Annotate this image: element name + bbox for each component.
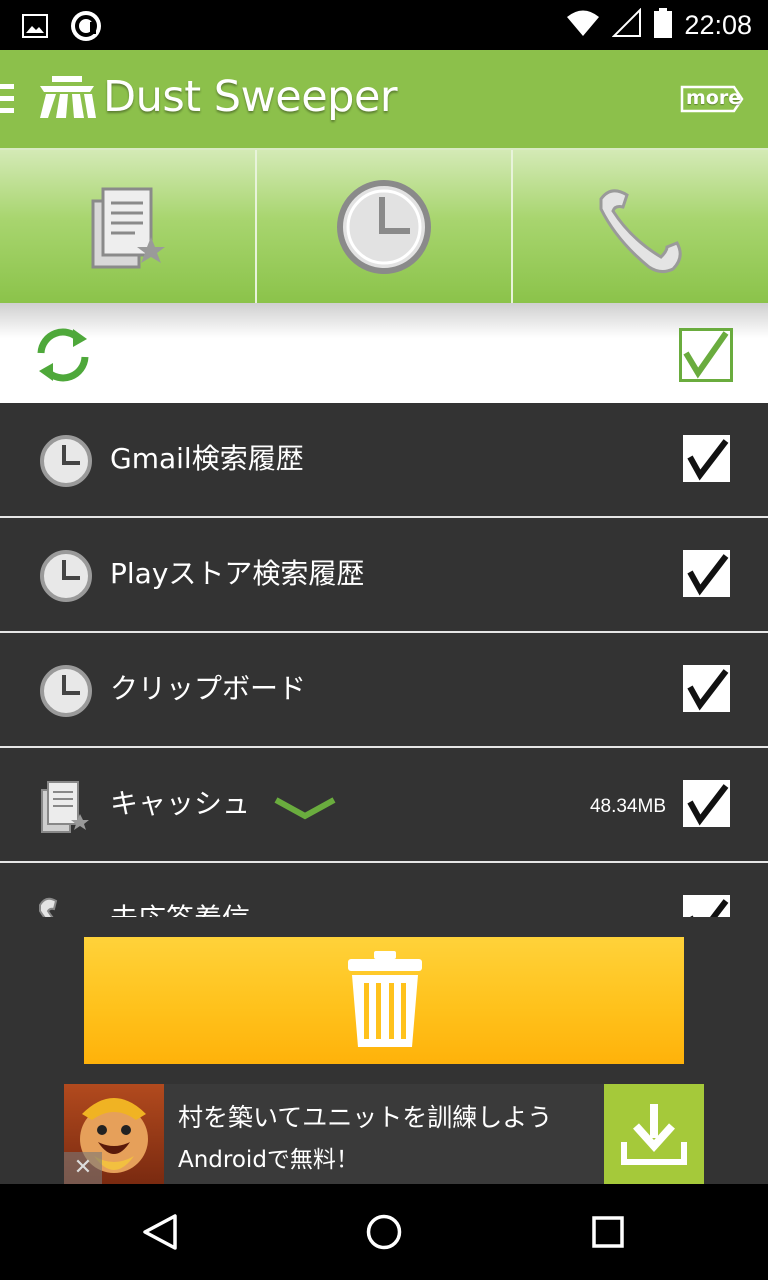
tab-calls[interactable] <box>513 150 768 303</box>
menu-icon[interactable] <box>0 84 14 114</box>
expand-chevron-icon[interactable] <box>272 784 338 828</box>
list-item-label: 未応答着信 <box>110 897 250 917</box>
item-checkbox[interactable] <box>683 435 730 482</box>
wifi-icon <box>566 9 600 41</box>
cache-size: 48.34MB <box>589 796 666 817</box>
item-checkbox[interactable] <box>683 550 730 597</box>
list-item[interactable]: キャッシュ 48.34MB <box>0 748 768 863</box>
ad-banner[interactable]: ✕ 村を築いてユニットを訓練しよう Androidで無料！ <box>64 1084 704 1184</box>
back-icon[interactable] <box>141 1213 179 1255</box>
battery-icon <box>654 8 673 42</box>
select-all-checkbox[interactable] <box>679 328 733 382</box>
ad-game-thumbnail: ✕ <box>64 1084 164 1184</box>
list-item[interactable]: Gmail検索履歴 <box>0 403 768 518</box>
tab-history[interactable] <box>256 150 514 303</box>
action-toolbar <box>0 303 768 403</box>
signal-icon <box>612 7 642 42</box>
clock-icon <box>38 663 94 723</box>
app-title: Dust Sweeper <box>103 72 398 122</box>
clock-icon <box>38 548 94 608</box>
ad-download-button[interactable] <box>604 1084 704 1184</box>
ad-close-icon[interactable]: ✕ <box>64 1152 102 1184</box>
status-bar: 22:08 <box>0 0 768 50</box>
more-button-label: more <box>686 87 742 109</box>
broom-logo-icon <box>38 70 96 124</box>
list-item-label: キャッシュ <box>110 787 251 820</box>
item-checkbox[interactable] <box>683 780 730 827</box>
delete-button[interactable] <box>84 937 684 1064</box>
item-checkbox[interactable] <box>683 895 730 917</box>
home-icon[interactable] <box>366 1214 402 1254</box>
clock-icon <box>38 433 94 493</box>
list-item-label: Playストア検索履歴 <box>110 557 365 590</box>
list-item[interactable]: Playストア検索履歴 <box>0 518 768 633</box>
tab-cache[interactable] <box>0 150 257 303</box>
system-nav-bar <box>0 1184 768 1280</box>
refresh-icon[interactable] <box>33 325 93 389</box>
screen: 22:08 Dust Sweeper more Gmail検索履歴 Playスト… <box>0 0 768 1280</box>
list-item-label: クリップボード <box>110 672 307 705</box>
ad-headline: 村を築いてユニットを訓練しよう <box>178 1103 553 1132</box>
document-icon <box>38 778 90 838</box>
gallery-icon <box>22 14 48 42</box>
list-item-label: Gmail検索履歴 <box>110 442 304 475</box>
list-item[interactable]: クリップボード <box>0 633 768 748</box>
ad-subtext: Androidで無料！ <box>178 1147 359 1173</box>
category-tabs <box>0 148 768 303</box>
phone-icon <box>38 893 94 917</box>
sync-icon <box>70 10 102 46</box>
cleanup-item-list: Gmail検索履歴 Playストア検索履歴 クリップボード キャッシュ 48.3… <box>0 403 768 917</box>
app-bar: Dust Sweeper more <box>0 50 768 148</box>
recents-icon[interactable] <box>592 1216 624 1252</box>
item-checkbox[interactable] <box>683 665 730 712</box>
list-item[interactable]: 未応答着信 <box>0 863 768 917</box>
status-time: 22:08 <box>684 9 752 40</box>
